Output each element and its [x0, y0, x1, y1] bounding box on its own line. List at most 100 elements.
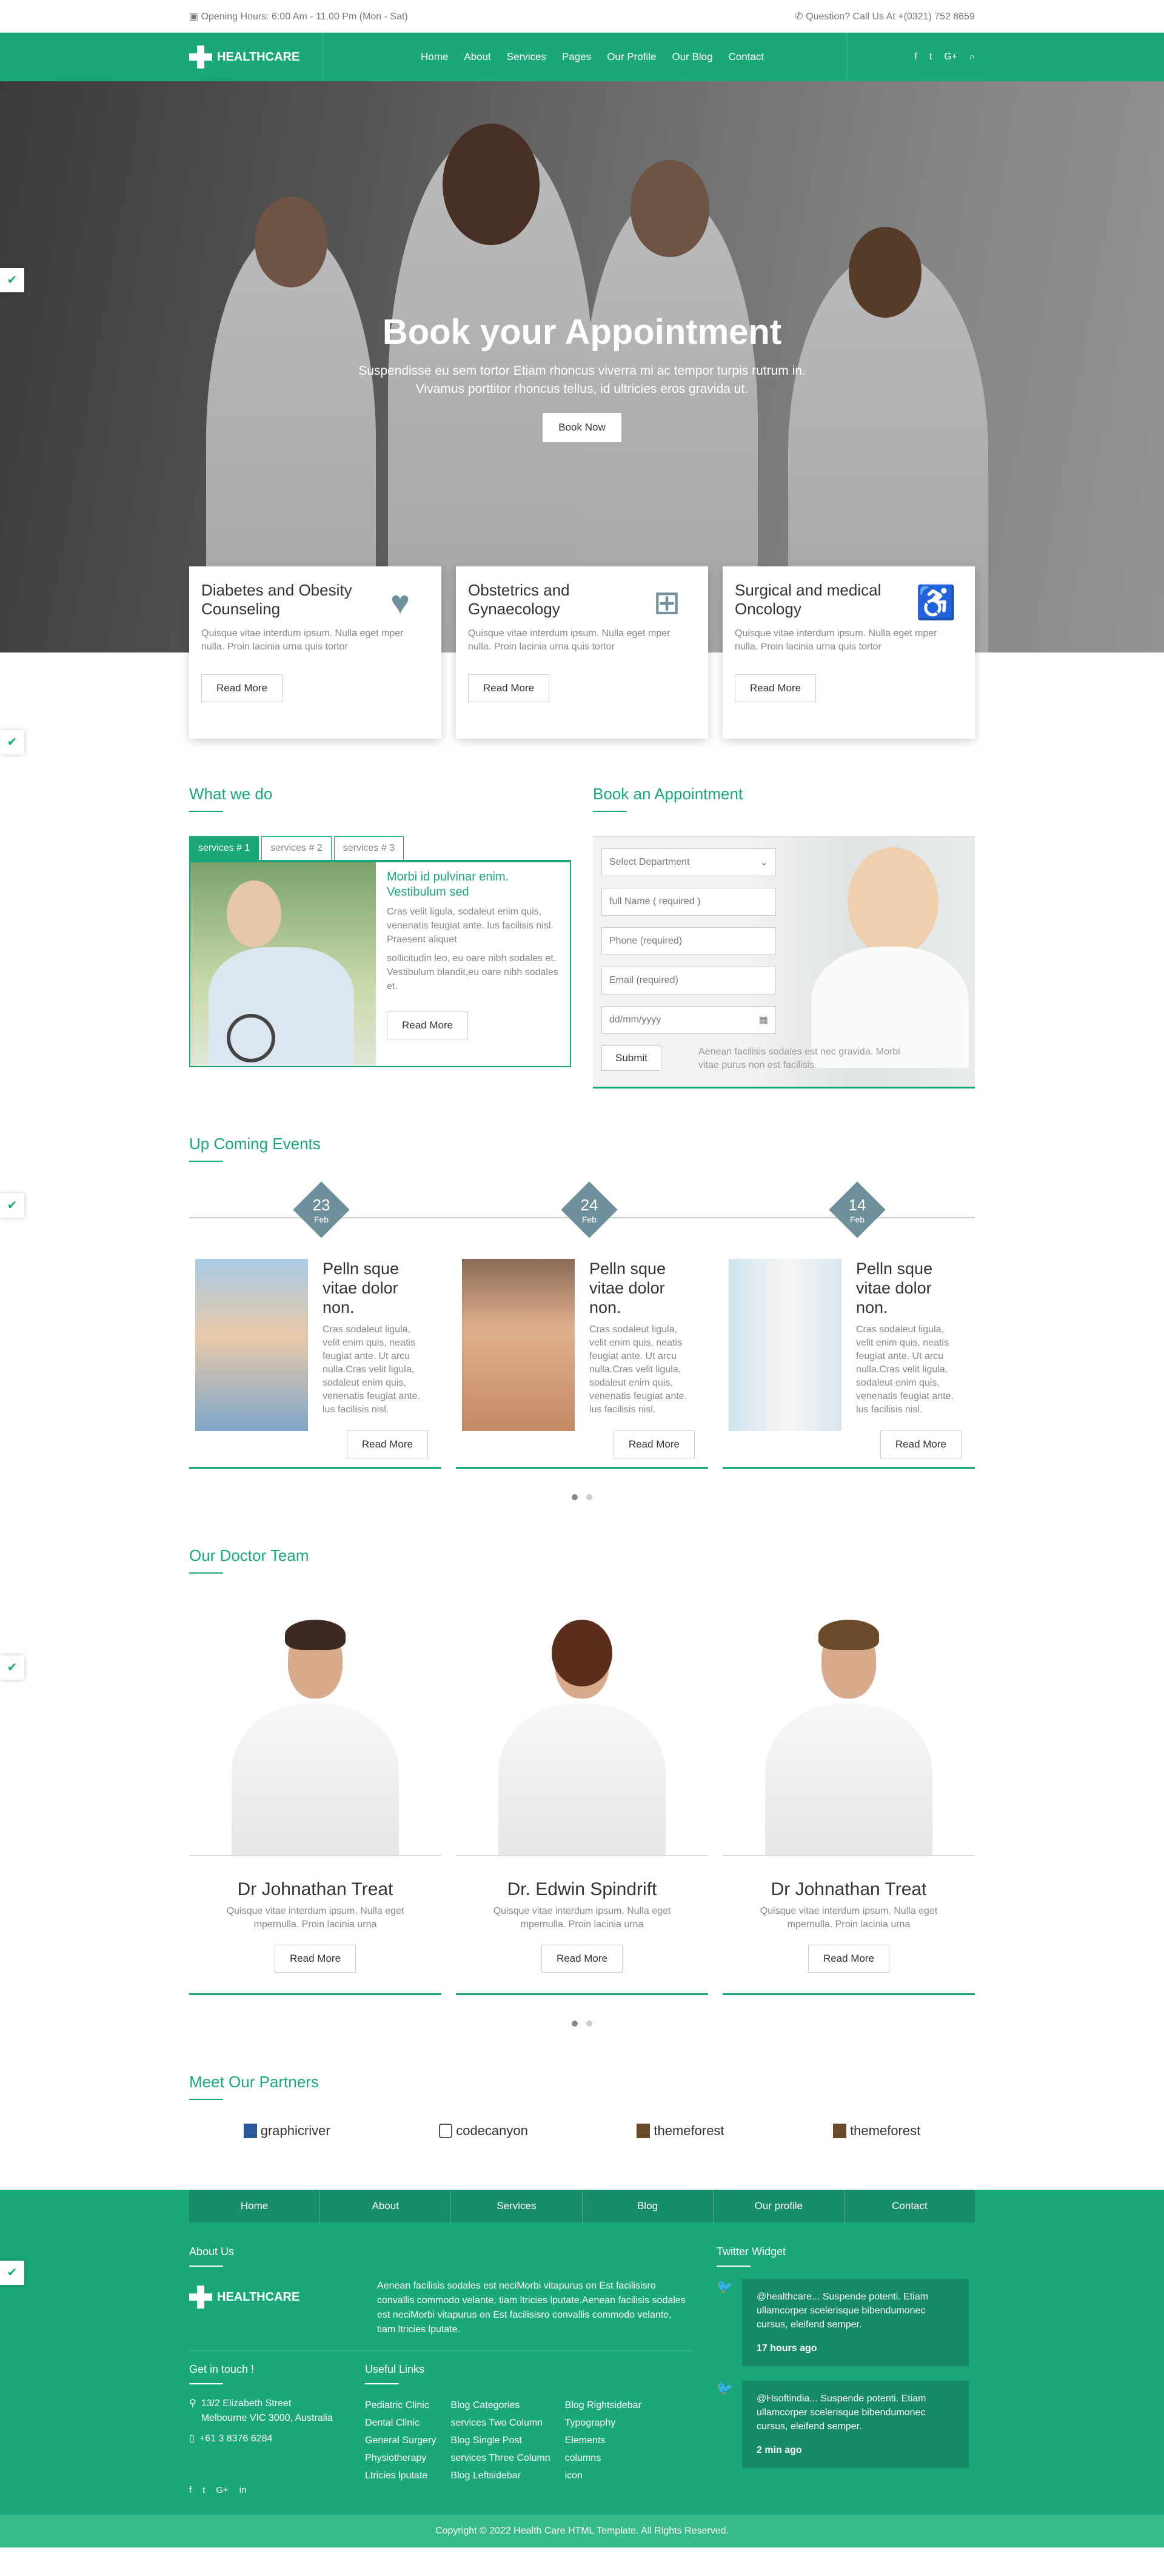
google-plus-icon[interactable]: G+ — [216, 2485, 228, 2495]
read-more-button[interactable]: Read More — [880, 1431, 962, 1458]
tab-services-3[interactable]: services # 3 — [333, 836, 404, 860]
partner-logo[interactable]: themeforest — [637, 2123, 724, 2139]
partner-logo[interactable]: codecanyon — [439, 2123, 528, 2139]
twitter-icon[interactable]: t — [202, 2485, 205, 2495]
read-more-button[interactable]: Read More — [387, 1011, 469, 1039]
footer-link[interactable]: services Three Column — [450, 2449, 550, 2467]
site-logo[interactable]: HEALTHCARE — [189, 33, 324, 81]
side-edit-icon[interactable]: ✔ — [0, 1193, 24, 1218]
event-date: 24 Feb — [580, 1196, 598, 1224]
footer-title: Get in touch ! — [189, 2363, 335, 2384]
footer-logo[interactable]: HEALTHCARE — [189, 2279, 341, 2315]
footer-link[interactable]: Ltricies lputate — [365, 2467, 436, 2484]
service-title: Surgical and medical Oncology — [735, 581, 881, 618]
nav-our-profile[interactable]: Our Profile — [607, 51, 656, 63]
read-more-button[interactable]: Read More — [201, 674, 283, 702]
service-tabs: services # 1 services # 2 services # 3 — [189, 836, 571, 860]
footer-link[interactable]: services Two Column — [450, 2414, 550, 2432]
read-more-button[interactable]: Read More — [346, 1431, 428, 1458]
tab-services-2[interactable]: services # 2 — [261, 836, 332, 860]
doctor-text: Quisque vitae interdum ipsum. Nulla eget… — [760, 1906, 938, 1930]
read-more-button[interactable]: Read More — [274, 1945, 356, 1973]
service-cards: Diabetes and Obesity Counseling ♥ Quisqu… — [189, 566, 975, 739]
what-we-do: What we do services # 1 services # 2 ser… — [189, 785, 571, 1088]
read-more-button[interactable]: Read More — [613, 1431, 695, 1458]
partner-logo[interactable]: themeforest — [833, 2123, 920, 2139]
read-more-button[interactable]: Read More — [468, 674, 550, 702]
footer-nav-profile[interactable]: Our profile — [714, 2190, 845, 2222]
footer-nav-home[interactable]: Home — [189, 2190, 321, 2222]
footer-link[interactable]: Blog Leftsidebar — [450, 2467, 550, 2484]
footer-nav-contact[interactable]: Contact — [845, 2190, 975, 2222]
page-dot[interactable] — [586, 2021, 592, 2027]
phone-field[interactable]: Phone (required) — [601, 927, 776, 955]
footer-nav-about[interactable]: About — [320, 2190, 452, 2222]
read-more-button[interactable]: Read More — [808, 1945, 890, 1973]
footer-title: About Us — [189, 2246, 692, 2267]
tab-content: Morbi id pulvinar enim. Vestibulum sed C… — [376, 862, 570, 1066]
event-card: Pelln sque vitae dolor non. Cras sodaleut… — [723, 1253, 975, 1469]
page-dot[interactable] — [586, 1494, 592, 1500]
section-title: Our Doctor Team — [189, 1546, 975, 1574]
footer-link[interactable]: Physiotherapy — [365, 2449, 436, 2467]
service-card: Surgical and medical Oncology ♿ Quisque … — [723, 566, 975, 739]
nav-pages[interactable]: Pages — [562, 51, 591, 63]
read-more-button[interactable]: Read More — [735, 674, 817, 702]
facebook-icon[interactable]: f — [914, 52, 917, 62]
footer-link[interactable]: Blog Rightsidebar — [565, 2397, 641, 2414]
footer-link[interactable]: Blog Categories — [450, 2397, 550, 2414]
service-card: Diabetes and Obesity Counseling ♥ Quisqu… — [189, 566, 441, 739]
footer-link[interactable]: General Surgery — [365, 2432, 436, 2449]
partner-logo[interactable]: graphicriver — [243, 2123, 330, 2139]
footer-link[interactable]: Pediatric Clinic — [365, 2397, 436, 2414]
book-now-button[interactable]: Book Now — [543, 413, 621, 442]
nav-about[interactable]: About — [464, 51, 490, 63]
footer-link[interactable]: icon — [565, 2467, 641, 2484]
nav-home[interactable]: Home — [421, 51, 448, 63]
twitter-icon[interactable]: t — [929, 52, 932, 62]
side-edit-icon[interactable]: ✔ — [0, 1655, 24, 1680]
footer-menu: Home About Services Blog Our profile Con… — [189, 2190, 975, 2222]
footer-contact: Get in touch ! ⚲ 13/2 Elizabeth Street Me… — [189, 2363, 335, 2495]
linkedin-icon[interactable]: in — [239, 2485, 247, 2495]
side-edit-icon[interactable]: ✔ — [0, 268, 24, 292]
event-text: Cras sodaleut ligula, velit enim quis, n… — [323, 1324, 421, 1415]
footer-link[interactable]: columns — [565, 2449, 641, 2467]
google-plus-icon[interactable]: G+ — [944, 52, 957, 62]
facebook-icon[interactable]: f — [189, 2485, 192, 2495]
twitter-widget: Twitter Widget 🐦 @healthcare... Suspende… — [717, 2246, 969, 2515]
side-edit-icon[interactable]: ✔ — [0, 730, 24, 754]
footer-nav-blog[interactable]: Blog — [583, 2190, 714, 2222]
service-title: Obstetrics and Gynaecology — [468, 581, 570, 618]
side-edit-icon[interactable]: ✔ — [0, 2261, 24, 2285]
copyright-bar: Copyright © 2022 Health Care HTML Templa… — [0, 2515, 1164, 2547]
calendar-icon[interactable]: ▦ — [759, 1014, 768, 1026]
footer-link[interactable]: Typography — [565, 2414, 641, 2432]
submit-button[interactable]: Submit — [601, 1045, 661, 1071]
service-title: Diabetes and Obesity Counseling — [201, 581, 352, 618]
department-select[interactable]: Select Department ⌄ — [601, 848, 776, 876]
nav-services[interactable]: Services — [507, 51, 546, 63]
tab-services-1[interactable]: services # 1 — [189, 836, 259, 860]
event-title: Pelln sque vitae dolor non. — [323, 1259, 400, 1317]
email-field[interactable]: Email (required) — [601, 967, 776, 995]
footer-link[interactable]: Blog Single Post — [450, 2432, 550, 2449]
search-icon[interactable]: ⌕ — [969, 52, 975, 62]
partners-section: Meet Our Partners graphicriver codecanyo… — [189, 2073, 975, 2140]
event-date: 23 Feb — [312, 1196, 330, 1224]
footer-content: About Us HEALTHCARE Aenean facilisis sod… — [189, 2222, 975, 2515]
read-more-button[interactable]: Read More — [541, 1945, 623, 1973]
footer-link[interactable]: Elements — [565, 2432, 641, 2449]
page-dot[interactable] — [572, 1494, 578, 1500]
footer-nav-services[interactable]: Services — [451, 2190, 583, 2222]
page-dot[interactable] — [572, 2021, 578, 2027]
nav-contact[interactable]: Contact — [729, 51, 764, 63]
name-field[interactable]: full Name ( required ) — [601, 888, 776, 916]
main-menu: Home About Services Pages Our Profile Ou… — [421, 51, 847, 63]
events-pagination — [189, 1494, 975, 1500]
footer-link[interactable]: Dental Clinic — [365, 2414, 436, 2432]
footer-phone: ▯ +61 3 8376 6284 — [189, 2432, 335, 2446]
date-field[interactable]: dd/mm/yyyy ▦ — [601, 1006, 776, 1034]
nav-our-blog[interactable]: Our Blog — [672, 51, 712, 63]
cross-icon — [189, 2286, 212, 2309]
